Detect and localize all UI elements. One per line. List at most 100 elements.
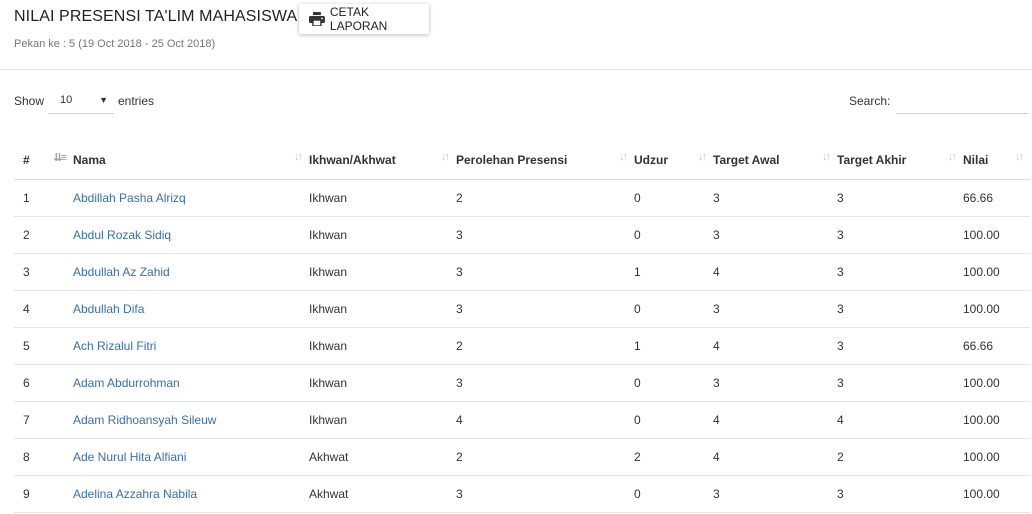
cell-gender: Akhwat [309,475,456,513]
cell-nilai: 100.00 [963,401,1030,439]
cell-target-akhir: 4 [837,401,963,439]
cell-perolehan: 2 [456,327,634,365]
sort-arrows-icon: ↓↑ [294,151,303,163]
student-name-link[interactable]: Ach Rizalul Fitri [73,339,156,353]
cell-perolehan: 3 [456,253,634,291]
column-header-number[interactable]: # ⇊≡ [14,142,73,180]
cell-nama: Abdul Rozak Sidiq [73,216,309,254]
table-header-row: # ⇊≡ Nama ↓↑ Ikhwan/Akhwat ↓↑ Perolehan Pre… [14,142,1030,180]
cell-perolehan: 3 [456,475,634,513]
cell-udzur: 2 [634,438,713,476]
cell-gender: Ikhwan [309,364,456,402]
cell-nilai: 100.00 [963,290,1030,328]
cell-gender: Ikhwan [309,401,456,439]
presensi-table: # ⇊≡ Nama ↓↑ Ikhwan/Akhwat ↓↑ Perolehan Pre… [14,142,1030,513]
cell-nilai: 100.00 [963,364,1030,402]
cell-number: 1 [14,179,73,217]
student-name-link[interactable]: Abdillah Pasha Alrizq [73,191,186,205]
cell-udzur: 1 [634,253,713,291]
cell-nilai: 66.66 [963,327,1030,365]
table-controls: Show 10 ▼ entries Search: [14,88,1030,116]
cell-gender: Ikhwan [309,216,456,254]
cell-perolehan: 3 [456,216,634,254]
cell-target-awal: 4 [713,401,837,439]
cell-nama: Abdillah Pasha Alrizq [73,179,309,217]
cell-udzur: 0 [634,475,713,513]
print-report-button[interactable]: CETAK LAPORAN [299,4,429,34]
cell-nama: Abdullah Az Zahid [73,253,309,291]
printer-icon [309,12,325,26]
sort-arrows-icon: ↓↑ [441,151,450,163]
cell-gender: Akhwat [309,438,456,476]
cell-target-akhir: 3 [837,216,963,254]
cell-number: 3 [14,253,73,291]
cell-udzur: 0 [634,364,713,402]
cell-number: 7 [14,401,73,439]
cell-target-akhir: 3 [837,290,963,328]
table-row: 2 Abdul Rozak Sidiq Ikhwan 3 0 3 3 100.0… [14,216,1030,254]
cell-target-awal: 3 [713,364,837,402]
cell-gender: Ikhwan [309,290,456,328]
cell-target-akhir: 3 [837,327,963,365]
table-body: 1 Abdillah Pasha Alrizq Ikhwan 2 0 3 3 6… [14,179,1030,513]
entries-label: entries [118,94,155,108]
sort-arrows-icon: ↓↑ [1015,151,1024,163]
column-header-target-akhir[interactable]: Target Akhir ↓↑ [837,142,963,180]
cell-perolehan: 4 [456,401,634,439]
table-row: 1 Abdillah Pasha Alrizq Ikhwan 2 0 3 3 6… [14,179,1030,217]
cell-number: 4 [14,290,73,328]
student-name-link[interactable]: Abdullah Az Zahid [73,265,170,279]
student-name-link[interactable]: Abdul Rozak Sidiq [73,228,171,242]
cell-number: 8 [14,438,73,476]
cell-udzur: 0 [634,179,713,217]
column-header-perolehan-presensi[interactable]: Perolehan Presensi ↓↑ [456,142,634,180]
show-label: Show [14,94,45,108]
cell-udzur: 0 [634,216,713,254]
table-row: 9 Adelina Azzahra Nabila Akhwat 3 0 3 3 … [14,475,1030,513]
chevron-down-icon: ▼ [99,95,108,105]
cell-target-akhir: 3 [837,253,963,291]
cell-perolehan: 2 [456,179,634,217]
table-row: 7 Adam Ridhoansyah Sileuw Ikhwan 4 0 4 4… [14,401,1030,439]
cell-udzur: 1 [634,327,713,365]
cell-perolehan: 3 [456,290,634,328]
student-name-link[interactable]: Adelina Azzahra Nabila [73,487,197,501]
cell-target-awal: 3 [713,475,837,513]
sort-arrows-icon: ↓↑ [619,151,628,163]
cell-nilai: 100.00 [963,438,1030,476]
week-subtitle: Pekan ke : 5 (19 Oct 2018 - 25 Oct 2018) [14,38,216,50]
cell-nama: Adam Ridhoansyah Sileuw [73,401,309,439]
entries-length-select[interactable]: 10 ▼ [48,88,114,114]
cell-number: 9 [14,475,73,513]
search-label: Search: [849,94,891,108]
table-row: 3 Abdullah Az Zahid Ikhwan 3 1 4 3 100.0… [14,253,1030,291]
student-name-link[interactable]: Adam Ridhoansyah Sileuw [73,413,216,427]
cell-target-awal: 4 [713,253,837,291]
cell-target-awal: 3 [713,179,837,217]
column-header-nilai[interactable]: Nilai ↓↑ [963,142,1030,180]
cell-nama: Ade Nurul Hita Alfiani [73,438,309,476]
search-input[interactable] [896,88,1028,114]
table-row: 5 Ach Rizalul Fitri Ikhwan 2 1 4 3 66.66 [14,327,1030,365]
cell-target-awal: 4 [713,438,837,476]
sort-arrows-icon: ↓↑ [822,151,831,163]
entries-length-value: 10 [60,94,73,106]
cell-nilai: 100.00 [963,253,1030,291]
student-name-link[interactable]: Adam Abdurrohman [73,376,180,390]
cell-number: 6 [14,364,73,402]
cell-target-akhir: 3 [837,364,963,402]
sort-arrows-icon: ↓↑ [698,151,707,163]
cell-number: 5 [14,327,73,365]
cell-nama: Adelina Azzahra Nabila [73,475,309,513]
column-header-nama[interactable]: Nama ↓↑ [73,142,309,180]
column-header-target-awal[interactable]: Target Awal ↓↑ [713,142,837,180]
cell-gender: Ikhwan [309,253,456,291]
student-name-link[interactable]: Abdullah Difa [73,302,144,316]
table-row: 4 Abdullah Difa Ikhwan 3 0 3 3 100.00 [14,290,1030,328]
column-header-ikhwan-akhwat[interactable]: Ikhwan/Akhwat ↓↑ [309,142,456,180]
header-divider [0,69,1032,70]
student-name-link[interactable]: Ade Nurul Hita Alfiani [73,450,186,464]
column-header-udzur[interactable]: Udzur ↓↑ [634,142,713,180]
cell-target-akhir: 3 [837,475,963,513]
cell-nilai: 100.00 [963,475,1030,513]
